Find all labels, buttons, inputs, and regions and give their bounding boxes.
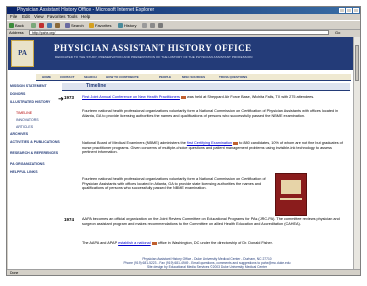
edit-button[interactable]: [158, 22, 163, 28]
site-title: PHYSICIAN ASSISTANT HISTORY OFFICE: [54, 43, 252, 53]
maximize-button[interactable]: [346, 8, 352, 13]
entry-text: office in Washington, DC under the direc…: [156, 241, 273, 245]
nav-trivia-questions[interactable]: TRIVIA QUESTIONS: [219, 74, 247, 80]
certifying-exam-link[interactable]: first Certifying Examination: [187, 141, 232, 145]
close-button[interactable]: [353, 8, 359, 13]
section-title: Timeline: [86, 83, 107, 89]
go-button[interactable]: Go: [335, 30, 340, 35]
sidebar-item[interactable]: ILLUSTRATED HISTORY: [10, 100, 50, 104]
sidebar-item[interactable]: TIMELINE: [16, 111, 32, 115]
site-banner: PA PHYSICIAN ASSISTANT HISTORY OFFICE DE…: [8, 37, 353, 70]
sidebar-item[interactable]: PA ORGANIZATIONS: [10, 162, 45, 166]
refresh-icon: [47, 22, 52, 28]
sidebar-item[interactable]: ARCHIVES: [10, 132, 28, 136]
nav-misc-sources[interactable]: MISC SOURCES: [182, 74, 205, 80]
timeline-entry: Fourteen national health professional or…: [82, 109, 344, 118]
search-button[interactable]: Search: [65, 22, 84, 28]
search-label: Search: [71, 22, 84, 28]
entry-text: AAPA becomes an official organization on…: [82, 217, 340, 226]
book-cover-image[interactable]: [275, 173, 307, 216]
forward-arrow-icon: [31, 22, 36, 28]
address-label: Address: [9, 30, 24, 35]
top-nav: HOME CONTACT SEARCH HOW TO CONTRIBUTE PE…: [36, 74, 351, 81]
home-icon: [55, 22, 60, 28]
timeline-entry: National Board of Medical Examiners (NBM…: [82, 141, 344, 155]
sidebar: MISSION STATEMENT DONORS ILLUSTRATED HISTO…: [8, 82, 60, 269]
timeline-entry: First Joint Annual Conference on New Hea…: [82, 95, 344, 100]
national-office-link[interactable]: establish a national: [118, 241, 151, 245]
sidebar-item[interactable]: ACTIVITIES & PUBLICATIONS: [10, 140, 60, 144]
section-header: Timeline: [62, 83, 350, 91]
favorites-label: Favorites: [95, 22, 112, 28]
sidebar-item[interactable]: INNOVATORS: [16, 118, 39, 122]
mail-button[interactable]: [142, 22, 147, 28]
stop-icon: [39, 22, 44, 28]
sidebar-item[interactable]: DONORS: [10, 92, 25, 96]
back-button[interactable]: Back: [9, 22, 24, 28]
address-input[interactable]: http://pahx.org/: [29, 30, 329, 35]
history-button[interactable]: History: [118, 22, 136, 28]
refresh-button[interactable]: [47, 22, 52, 28]
search-icon: [65, 22, 70, 28]
arrow-right-icon: ➜: [58, 96, 64, 103]
entry-text: National Board of Medical Examiners (NBM…: [82, 141, 187, 145]
nav-contact[interactable]: CONTACT: [60, 74, 74, 80]
home-button[interactable]: [55, 22, 60, 28]
web-page: PA PHYSICIAN ASSISTANT HISTORY OFFICE DE…: [8, 37, 353, 269]
sidebar-item[interactable]: MISSION STATEMENT: [10, 84, 47, 88]
edit-icon: [158, 22, 163, 28]
minimize-button[interactable]: [339, 8, 345, 13]
year-label: 1973: [64, 95, 75, 100]
nav-search[interactable]: SEARCH: [84, 74, 97, 80]
sidebar-item[interactable]: HELPFUL LINKS: [10, 170, 38, 174]
title-bar: Physician Assistant History Office - Mic…: [7, 7, 360, 14]
print-icon: [150, 22, 155, 28]
star-icon: [89, 22, 94, 28]
site-subtitle: DEDICATED TO THE STUDY, PRESERVATION AND…: [55, 55, 253, 59]
browser-window: Physician Assistant History Office - Mic…: [6, 6, 361, 276]
timeline-entry: The AAPA and APAP establish a national o…: [82, 241, 344, 246]
back-arrow-icon: [9, 22, 14, 28]
address-bar: Address http://pahx.org/ Go: [7, 29, 360, 36]
timeline-entry: Fourteen national health professional or…: [82, 177, 272, 191]
nav-how-to-contribute[interactable]: HOW TO CONTRIBUTE: [106, 74, 139, 80]
status-bar: Done: [7, 269, 360, 275]
scrollbar-thumb[interactable]: [355, 45, 359, 81]
sidebar-item[interactable]: ARTICLES: [16, 125, 33, 129]
entry-text: The AAPA and APAP: [82, 241, 119, 245]
timeline-entry: AAPA becomes an official organization on…: [82, 217, 344, 226]
conference-link[interactable]: First Joint Annual Conference on New Hea…: [82, 95, 180, 99]
nav-people[interactable]: PEOPLE: [159, 74, 171, 80]
favorites-button[interactable]: Favorites: [89, 22, 111, 28]
history-icon: [118, 22, 123, 28]
site-logo[interactable]: PA: [11, 40, 34, 67]
sidebar-item[interactable]: RESEARCH & REFERENCES: [10, 151, 58, 155]
stop-button[interactable]: [39, 22, 44, 28]
entry-text: Fourteen national health professional or…: [82, 109, 339, 118]
nav-home[interactable]: HOME: [42, 74, 51, 80]
print-button[interactable]: [150, 22, 155, 28]
year-label: 1974: [64, 217, 75, 222]
vertical-scrollbar[interactable]: [353, 37, 360, 269]
back-label: Back: [15, 22, 24, 28]
entry-text: was held at Sheppard Air Force Base, Wic…: [186, 95, 315, 99]
entry-text: Fourteen national health professional or…: [82, 177, 266, 191]
forward-button[interactable]: [31, 22, 36, 28]
history-label: History: [124, 22, 137, 28]
window-title: Physician Assistant History Office - Mic…: [17, 7, 155, 13]
page-footer: Physician Assistant History Office - Duk…: [62, 257, 352, 269]
mail-icon: [142, 22, 147, 28]
